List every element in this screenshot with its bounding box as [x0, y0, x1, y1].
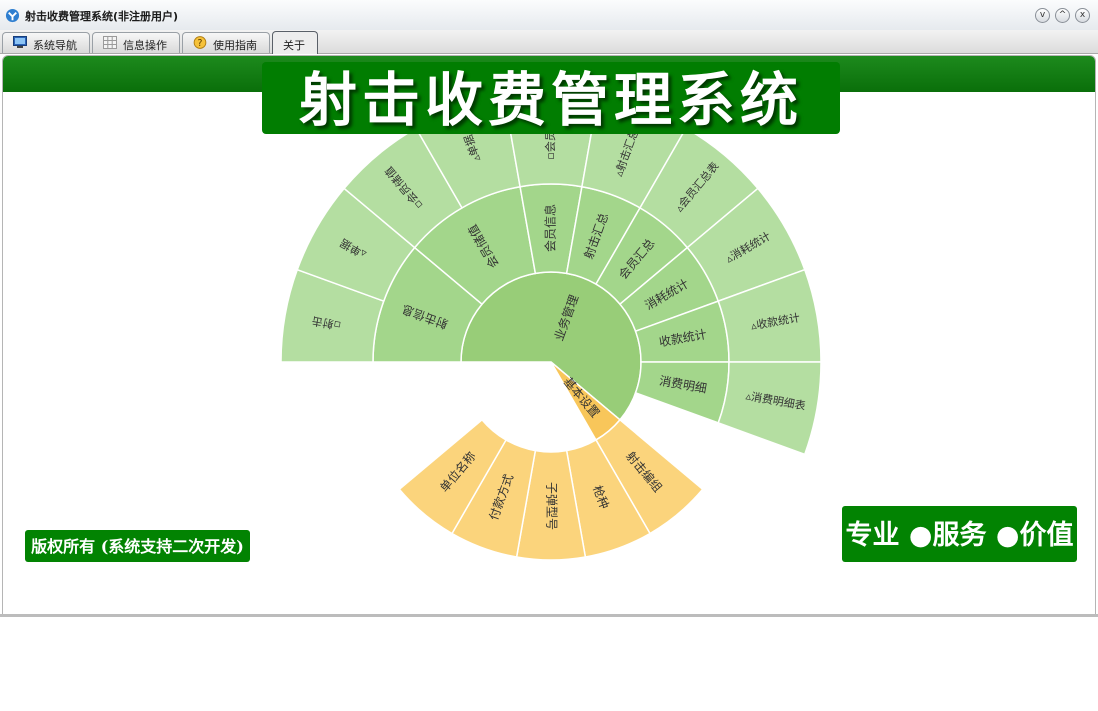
sunburst-segment[interactable] [634, 361, 730, 424]
sunburst-segment[interactable] [717, 361, 822, 456]
sunburst-label: 会员信息 [543, 204, 558, 252]
page-title: 射击收费管理系统 [262, 62, 840, 134]
copyright-badge: 版权所有 (系统支持二次开发) [25, 530, 250, 562]
slogan-badge: 专业 ●服务 ●价值 [842, 506, 1077, 562]
sunburst-label: 子弹型号 [545, 482, 559, 530]
